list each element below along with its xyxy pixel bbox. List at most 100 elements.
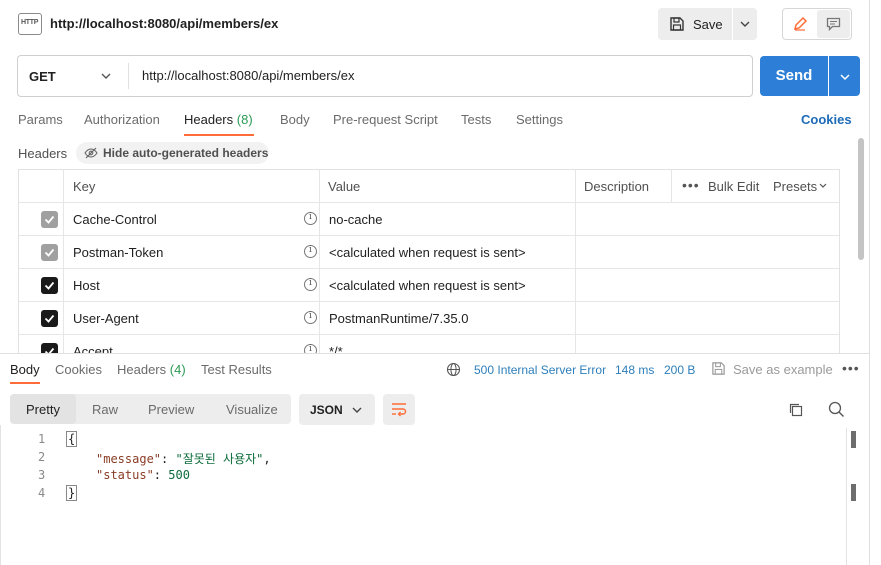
send-options-button[interactable] — [829, 56, 860, 96]
http-badge-text: HTTP — [21, 19, 39, 26]
editor-border — [0, 425, 1, 565]
globe-icon[interactable] — [446, 362, 461, 377]
tab-headers[interactable]: Headers (8) — [184, 112, 253, 127]
info-icon[interactable] — [304, 212, 317, 225]
request-scrollbar[interactable] — [858, 138, 864, 260]
header-key[interactable]: User-Agent — [73, 311, 139, 326]
row-checkbox[interactable] — [41, 343, 58, 353]
http-request-icon: HTTP — [18, 13, 42, 35]
cookies-link[interactable]: Cookies — [801, 112, 852, 127]
editor-scroll-marker[interactable] — [851, 484, 856, 501]
send-button[interactable]: Send — [760, 56, 828, 96]
response-tab-headers[interactable]: Headers (4) — [117, 362, 186, 377]
view-preview[interactable]: Preview — [148, 402, 194, 417]
header-key[interactable]: Host — [73, 278, 100, 293]
eye-off-icon — [84, 147, 98, 159]
wrap-lines-button[interactable] — [383, 394, 415, 425]
code-line[interactable]: "status": 500 — [96, 468, 190, 482]
view-pretty[interactable]: Pretty — [26, 402, 60, 417]
info-icon[interactable] — [304, 278, 317, 291]
code-brace: } — [66, 485, 78, 501]
response-size[interactable]: 200 B — [664, 363, 695, 377]
row-checkbox[interactable] — [41, 310, 58, 327]
tab-tests[interactable]: Tests — [461, 112, 491, 127]
header-key[interactable]: Cache-Control — [73, 212, 157, 227]
bulk-edit-button[interactable]: Bulk Edit — [708, 179, 759, 194]
window-edge — [869, 0, 870, 565]
presets-dropdown[interactable]: Presets — [773, 179, 817, 194]
tab-body[interactable]: Body — [280, 112, 310, 127]
hide-auto-headers-button[interactable]: Hide auto-generated headers — [76, 142, 269, 164]
save-as-example-button[interactable]: Save as example — [733, 362, 833, 377]
pane-divider[interactable] — [0, 353, 869, 354]
save-options-button[interactable] — [733, 8, 757, 40]
code-line[interactable]: "message": "잘못된 사용자", — [96, 450, 271, 467]
save-icon — [670, 17, 684, 31]
header-value[interactable]: PostmanRuntime/7.35.0 — [329, 311, 468, 326]
row-checkbox[interactable] — [41, 277, 58, 294]
header-value[interactable]: <calculated when request is sent> — [329, 278, 526, 293]
headers-table: Key Value Description ••• Bulk Edit Pres… — [18, 169, 840, 353]
check-icon — [44, 347, 55, 353]
info-icon[interactable] — [304, 245, 317, 258]
response-tab-test-results[interactable]: Test Results — [201, 362, 272, 377]
save-button[interactable]: Save — [658, 8, 732, 40]
header-key[interactable]: Accept — [73, 344, 113, 353]
code-line[interactable]: } — [66, 485, 78, 501]
save-icon — [712, 362, 725, 375]
row-checkbox[interactable] — [41, 211, 58, 228]
json-comma: , — [263, 452, 271, 466]
line-number: 1 — [38, 432, 46, 446]
search-icon[interactable] — [828, 401, 845, 418]
chevron-down-icon[interactable] — [100, 71, 112, 81]
header-value[interactable]: <calculated when request is sent> — [329, 245, 526, 260]
view-raw[interactable]: Raw — [92, 402, 118, 417]
save-label: Save — [693, 17, 723, 32]
tab-prerequest-script[interactable]: Pre-request Script — [333, 112, 438, 127]
header-key[interactable]: Postman-Token — [73, 245, 163, 260]
edit-button[interactable] — [784, 10, 816, 38]
line-number: 4 — [38, 486, 46, 500]
code-line[interactable]: { — [66, 431, 78, 447]
editor-scroll-marker[interactable] — [851, 431, 856, 448]
check-icon — [44, 248, 55, 257]
chevron-down-icon[interactable] — [819, 183, 827, 189]
tab-authorization[interactable]: Authorization — [84, 112, 160, 127]
check-icon — [44, 215, 55, 224]
column-header-description: Description — [584, 179, 650, 194]
chevron-down-icon — [840, 74, 850, 81]
check-icon — [44, 314, 55, 323]
editor-scroll-track — [846, 428, 847, 565]
line-number: 3 — [38, 468, 46, 482]
copy-icon[interactable] — [788, 402, 804, 418]
tab-params[interactable]: Params — [18, 112, 63, 127]
response-time[interactable]: 148 ms — [615, 363, 654, 377]
info-icon[interactable] — [304, 344, 317, 353]
table-row: Postman-Token <calculated when request i… — [19, 236, 839, 269]
response-tab-body[interactable]: Body — [10, 362, 40, 377]
response-tab-cookies[interactable]: Cookies — [55, 362, 102, 377]
more-options-icon[interactable]: ••• — [682, 177, 700, 193]
active-tab-indicator — [184, 134, 254, 136]
chevron-down-icon — [740, 21, 750, 27]
tab-settings[interactable]: Settings — [516, 112, 563, 127]
json-colon: : — [153, 468, 169, 482]
url-input[interactable]: http://localhost:8080/api/members/ex — [142, 68, 354, 83]
chevron-down-icon — [352, 407, 362, 413]
comments-button[interactable] — [817, 10, 850, 38]
comment-icon — [826, 17, 841, 31]
request-title[interactable]: http://localhost:8080/api/members/ex — [50, 16, 278, 31]
header-value[interactable]: */* — [329, 344, 343, 353]
view-visualize[interactable]: Visualize — [226, 402, 278, 417]
header-value[interactable]: no-cache — [329, 212, 382, 227]
tab-headers-label: Headers — [184, 112, 234, 127]
info-icon[interactable] — [304, 311, 317, 324]
hide-auto-headers-label: Hide auto-generated headers — [103, 146, 269, 160]
method-select[interactable]: GET — [29, 69, 56, 84]
table-row: User-Agent PostmanRuntime/7.35.0 — [19, 302, 839, 335]
url-divider — [128, 63, 129, 89]
row-checkbox[interactable] — [41, 244, 58, 261]
status-badge[interactable]: 500 Internal Server Error — [474, 363, 606, 377]
table-row: Host <calculated when request is sent> — [19, 269, 839, 302]
more-options-icon[interactable]: ••• — [842, 360, 860, 376]
